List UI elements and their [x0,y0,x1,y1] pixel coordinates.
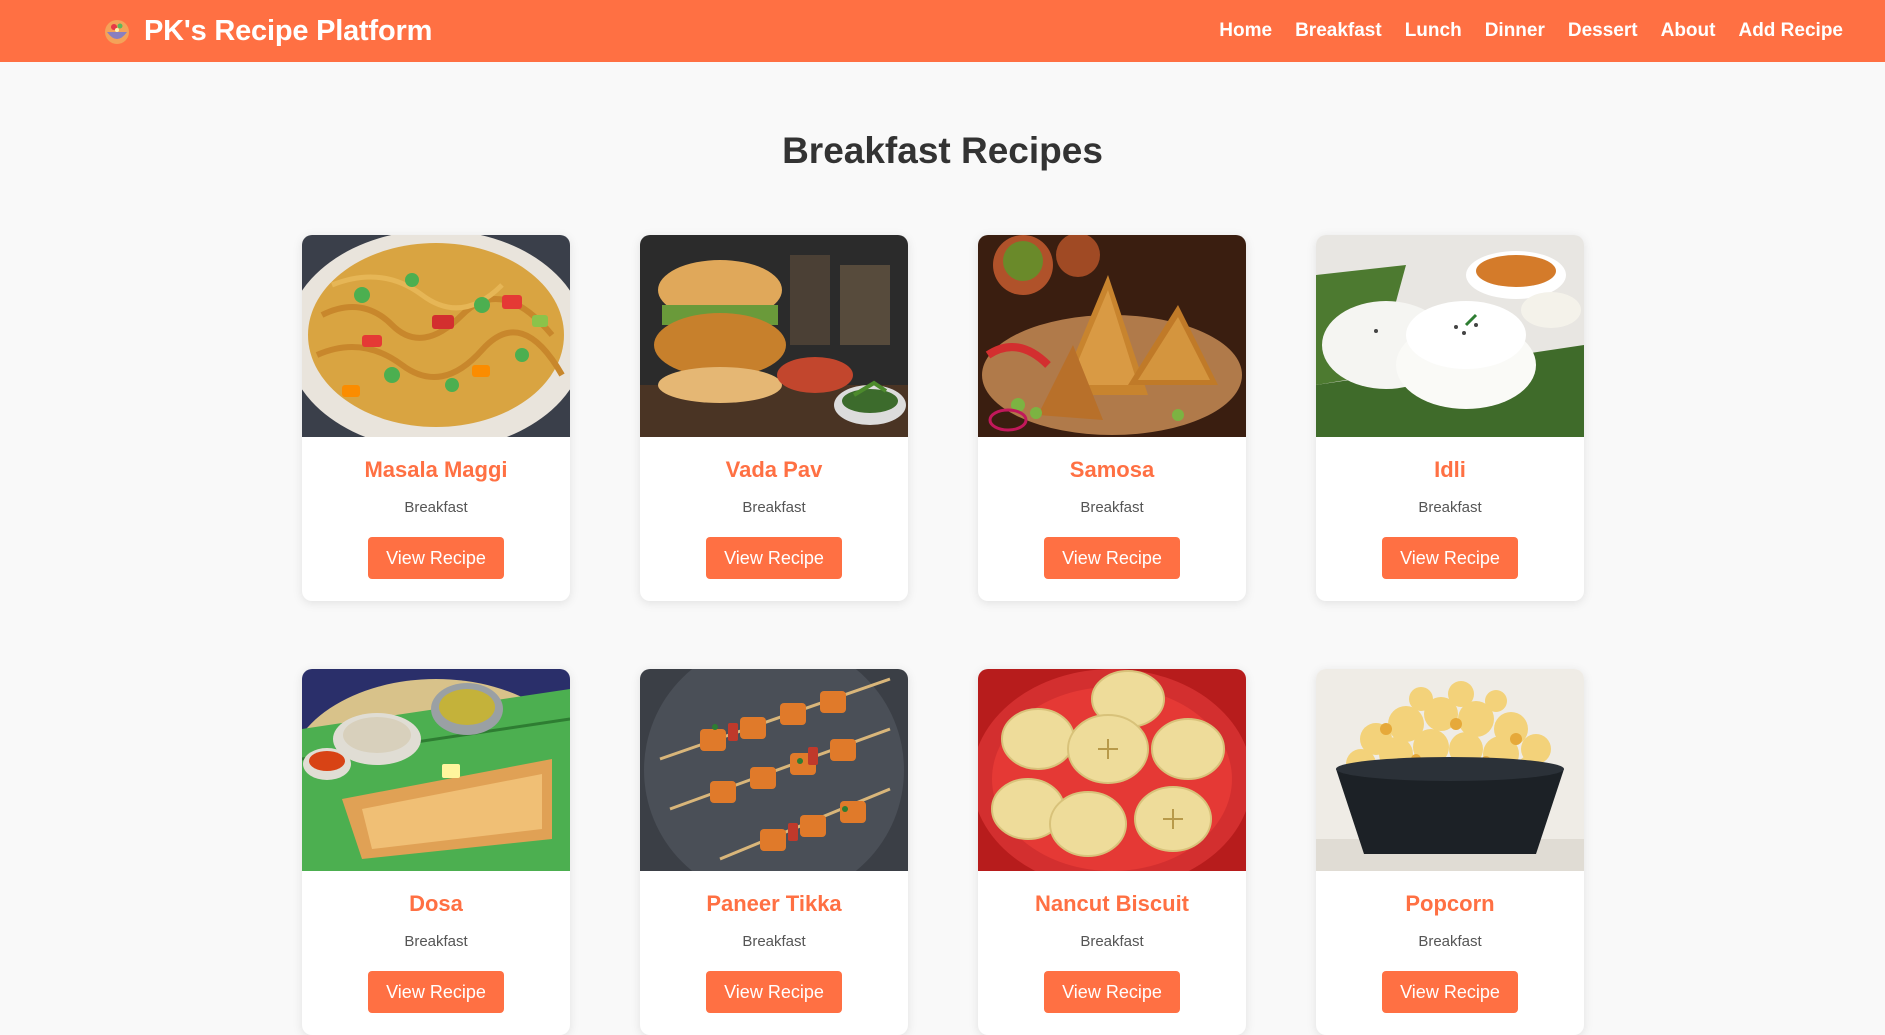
recipe-category: Breakfast [404,499,468,516]
recipe-image-masala-maggi[interactable] [302,235,570,437]
nav-home[interactable]: Home [1219,20,1272,42]
page-title: Breakfast Recipes [782,130,1103,171]
recipe-category: Breakfast [1418,933,1482,950]
view-recipe-button[interactable]: View Recipe [368,971,504,1013]
recipe-image-popcorn[interactable] [1316,669,1584,871]
recipe-name: Idli [1434,457,1466,482]
recipe-name: Samosa [1069,457,1155,482]
recipe-category: Breakfast [404,933,468,950]
recipe-name: Paneer Tikka [706,891,842,916]
recipe-card-samosa: Samosa Breakfast View Recipe [978,235,1246,601]
recipe-category: Breakfast [1080,933,1144,950]
recipe-card-idli: Idli Breakfast View Recipe [1316,235,1584,601]
nav-dinner[interactable]: Dinner [1485,20,1545,42]
recipe-category: Breakfast [1418,499,1482,516]
recipe-name: Dosa [409,891,463,916]
recipe-card-masala-maggi: Masala Maggi Breakfast View Recipe [302,235,570,601]
recipe-grid: Masala Maggi Breakfast View Recipe Vada … [302,235,1584,1035]
recipe-card-popcorn: Popcorn Breakfast View Recipe [1316,669,1584,1035]
view-recipe-button[interactable]: View Recipe [706,971,842,1013]
view-recipe-button[interactable]: View Recipe [1044,971,1180,1013]
nav-about[interactable]: About [1661,20,1716,42]
view-recipe-button[interactable]: View Recipe [368,537,504,579]
nav-add-recipe[interactable]: Add Recipe [1738,20,1843,42]
main-nav: Home Breakfast Lunch Dinner Dessert Abou… [1219,20,1843,42]
recipe-card-paneer-tikka: Paneer Tikka Breakfast View Recipe [640,669,908,1035]
recipe-image-nancut-biscuit[interactable] [978,669,1246,871]
recipe-image-vada-pav[interactable] [640,235,908,437]
recipe-image-paneer-tikka[interactable] [640,669,908,871]
brand-title: PK's Recipe Platform [144,14,433,47]
view-recipe-button[interactable]: View Recipe [706,537,842,579]
recipe-name: Masala Maggi [364,457,508,482]
view-recipe-button[interactable]: View Recipe [1382,971,1518,1013]
view-recipe-button[interactable]: View Recipe [1044,537,1180,579]
nav-lunch[interactable]: Lunch [1405,20,1462,42]
recipe-category: Breakfast [742,933,806,950]
recipe-name: Vada Pav [725,457,823,482]
recipe-category: Breakfast [1080,499,1144,516]
nav-dessert[interactable]: Dessert [1568,20,1638,42]
recipe-bowl-icon [102,16,132,46]
brand-link[interactable]: PK's Recipe Platform [102,15,432,48]
view-recipe-button[interactable]: View Recipe [1382,537,1518,579]
recipe-category: Breakfast [742,499,806,516]
recipe-card-dosa: Dosa Breakfast View Recipe [302,669,570,1035]
nav-breakfast[interactable]: Breakfast [1295,20,1382,42]
recipe-card-nancut-biscuit: Nancut Biscuit Breakfast View Recipe [978,669,1246,1035]
recipe-card-vada-pav: Vada Pav Breakfast View Recipe [640,235,908,601]
recipe-image-idli[interactable] [1316,235,1584,437]
recipe-name: Nancut Biscuit [1034,891,1190,916]
top-navbar: PK's Recipe Platform Home Breakfast Lunc… [0,0,1885,62]
recipe-image-dosa[interactable] [302,669,570,871]
recipe-image-samosa[interactable] [978,235,1246,437]
recipe-name: Popcorn [1405,891,1495,916]
